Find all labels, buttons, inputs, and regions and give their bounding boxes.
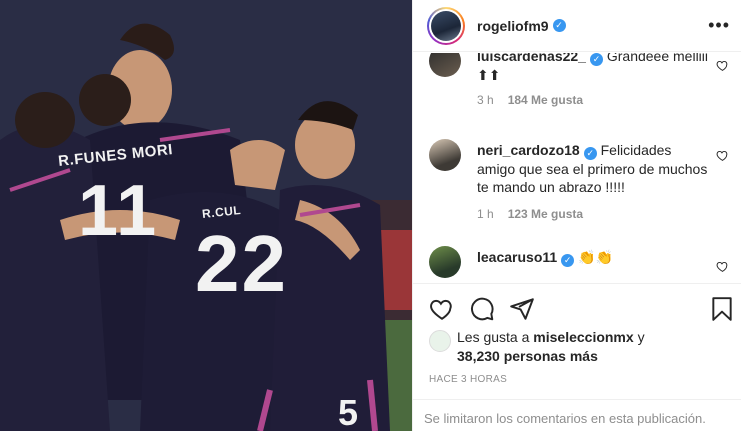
comment-username[interactable]: luiscardenas22_ [477, 53, 586, 64]
comment-time[interactable]: 1 h [477, 207, 494, 221]
likes-prefix: Les gusta a [457, 329, 530, 345]
post-timestamp[interactable]: HACE 3 HORAS [429, 374, 507, 385]
heart-icon[interactable] [429, 296, 455, 322]
jersey-number-text-3: 5 [338, 392, 361, 431]
comment-body: leacaruso11 ✓ 👏👏 [477, 248, 713, 267]
jersey-number-text-2: 22 [195, 219, 288, 308]
comment-body: neri_cardozo18 ✓ Felicidades amigo que se… [477, 141, 713, 196]
author-avatar[interactable] [427, 6, 465, 45]
post-photo[interactable]: R.FUNES MORI 11 R.CUL 22 5 [0, 0, 412, 431]
comment-likes[interactable]: 184 Me gusta [508, 93, 583, 107]
comment-time[interactable]: 3 h [477, 93, 494, 107]
comment-avatar[interactable] [429, 246, 461, 278]
comments-limited-notice: Se limitaron los comentarios en esta pub… [413, 399, 741, 431]
liker-avatar[interactable] [429, 330, 451, 352]
verified-badge-icon: ✓ [583, 146, 597, 160]
comment-item: luiscardenas22_ ✓ Grandeee melliii ⬆⬆ 3 h… [429, 53, 729, 115]
likes-connector: y [637, 329, 645, 345]
comment-body: luiscardenas22_ ✓ Grandeee melliii ⬆⬆ [477, 53, 713, 84]
comment-icon[interactable] [469, 296, 495, 322]
verified-badge-icon: ✓ [589, 53, 603, 66]
comment-item: neri_cardozo18 ✓ Felicidades amigo que se… [429, 139, 729, 229]
post-details-panel: rogeliofm9 ✓ ••• luiscardenas22_ ✓ Grande… [412, 0, 741, 431]
share-icon[interactable] [509, 296, 535, 322]
comment-item: leacaruso11 ✓ 👏👏 [429, 246, 729, 283]
comments-list[interactable]: luiscardenas22_ ✓ Grandeee melliii ⬆⬆ 3 h… [413, 53, 741, 283]
post-header: rogeliofm9 ✓ ••• [413, 0, 741, 52]
bookmark-icon[interactable] [709, 296, 735, 322]
liker-username[interactable]: miseleccionmx [533, 329, 633, 345]
verified-badge-icon: ✓ [561, 253, 575, 267]
more-options-icon[interactable]: ••• [708, 16, 730, 34]
comment-heart-icon[interactable] [716, 260, 729, 273]
comment-heart-icon[interactable] [716, 59, 729, 72]
comment-meta: 3 h 184 Me gusta [477, 93, 583, 107]
comment-text: 👏👏 [578, 249, 613, 265]
likes-count[interactable]: 38,230 personas más [457, 348, 598, 364]
jersey-number-text: 11 [78, 171, 159, 251]
comment-meta: 1 h 123 Me gusta [477, 207, 583, 221]
comment-username[interactable]: neri_cardozo18 [477, 142, 580, 158]
comment-avatar[interactable] [429, 53, 461, 77]
comment-username[interactable]: leacaruso11 [477, 249, 557, 265]
comment-heart-icon[interactable] [716, 149, 729, 162]
author-username[interactable]: rogeliofm9 [477, 18, 549, 34]
comment-likes[interactable]: 123 Me gusta [508, 207, 583, 221]
verified-badge-icon: ✓ [552, 19, 566, 32]
comment-avatar[interactable] [429, 139, 461, 171]
post-actions-bar [413, 283, 741, 331]
